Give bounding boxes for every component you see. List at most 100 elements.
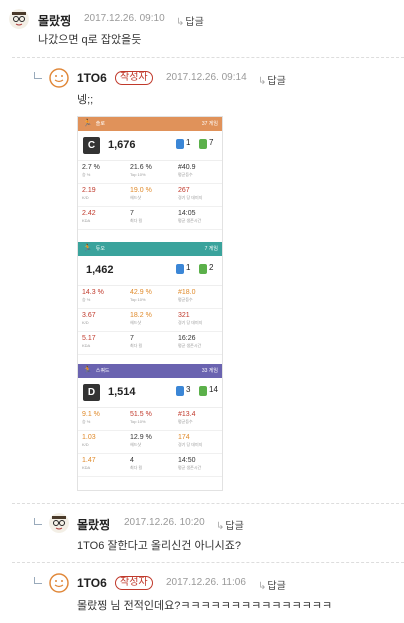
blue-medal-icon bbox=[176, 264, 184, 274]
stat-cell: 1.03 K/D bbox=[82, 434, 96, 447]
stats-mode-title: 스쿼드 bbox=[95, 368, 110, 374]
comment-nick[interactable]: 1TO6 bbox=[77, 71, 107, 85]
stat-value: 18.2 % bbox=[130, 312, 152, 319]
green-medal-count: 2 bbox=[209, 263, 214, 272]
stat-label: 승 % bbox=[82, 172, 91, 177]
rating-value: 1,462 bbox=[86, 264, 114, 276]
green-medal-icon bbox=[199, 139, 207, 149]
stats-section: 🏃 솔로 37 게임 C 1,676 1 7 2.7 % 승 % 21.6 % Top 10% #40… bbox=[78, 117, 222, 242]
stats-row: 2.19 K/D 19.0 % 헤드샷 267 경기 당 데미지 bbox=[78, 184, 222, 207]
stat-cell: 14.3 % 승 % bbox=[82, 289, 104, 303]
green-medal-count: 7 bbox=[209, 138, 214, 147]
stats-row: 5.17 KDA 7 최다 킬 16:26 평균 생존시간 bbox=[78, 332, 222, 355]
comment-date: 2017.12.26. 09:14 bbox=[166, 72, 247, 83]
reply-branch-icon bbox=[34, 72, 42, 79]
stat-value: #40.9 bbox=[178, 164, 196, 171]
stat-value: 321 bbox=[178, 312, 190, 319]
stat-label: K/D bbox=[82, 442, 89, 447]
avatar[interactable] bbox=[49, 68, 69, 88]
blue-medal-count: 1 bbox=[186, 263, 191, 272]
stat-label: 헤드샷 bbox=[130, 442, 142, 447]
avatar[interactable] bbox=[49, 573, 69, 593]
stat-label: K/D bbox=[82, 195, 89, 200]
stat-label: Top 10% bbox=[130, 419, 146, 424]
stat-label: KDA bbox=[82, 218, 91, 223]
reply-button[interactable]: ↳답글 bbox=[258, 577, 286, 592]
stat-label: 최다 킬 bbox=[130, 218, 143, 223]
stat-cell: 9.1 % 승 % bbox=[82, 411, 100, 425]
stat-value: 267 bbox=[178, 187, 190, 194]
stat-value: 4 bbox=[130, 457, 134, 464]
reply-arrow-icon: ↳ bbox=[176, 17, 185, 28]
stat-cell: #18.0 평균등수 bbox=[178, 289, 196, 303]
stat-label: 헤드샷 bbox=[130, 195, 142, 200]
stat-cell: 14:05 평균 생존시간 bbox=[178, 210, 201, 224]
stat-label: Top 10% bbox=[130, 297, 146, 302]
blue-medal-count: 3 bbox=[186, 385, 191, 394]
reply-branch-icon bbox=[34, 518, 42, 525]
stat-value: #18.0 bbox=[178, 289, 196, 296]
stats-card-image[interactable]: 🏃 솔로 37 게임 C 1,676 1 7 2.7 % 승 % 21.6 % Top 10% #40… bbox=[77, 116, 223, 491]
stat-label: 헤드샷 bbox=[130, 320, 142, 325]
stats-mode-title: 솔로 bbox=[95, 121, 105, 127]
stat-cell: 3.67 K/D bbox=[82, 312, 96, 325]
stat-value: 2.7 % bbox=[82, 164, 100, 171]
tier-badge: D bbox=[83, 384, 100, 401]
runner-icon: 🏃 bbox=[83, 367, 92, 374]
stats-row: 1.47 KDA 4 최다 킬 14:50 평균 생존시간 bbox=[78, 454, 222, 477]
stat-cell: 2.7 % 승 % bbox=[82, 164, 100, 178]
stats-mode-title: 듀오 bbox=[95, 246, 105, 252]
stat-cell: 21.6 % Top 10% bbox=[130, 164, 152, 177]
stat-label: 평균 생존시간 bbox=[178, 343, 202, 348]
reply-branch-icon bbox=[34, 577, 42, 584]
avatar[interactable] bbox=[49, 513, 69, 533]
comment-text: 나갔으면 q로 잡았을듯 bbox=[38, 34, 142, 46]
stat-value: 7 bbox=[130, 335, 134, 342]
stat-label: K/D bbox=[82, 320, 89, 325]
comment-nick[interactable]: 1TO6 bbox=[77, 576, 107, 590]
stat-value: 1.47 bbox=[82, 457, 96, 464]
stat-label: 승 % bbox=[82, 297, 91, 302]
stats-row: 3.67 K/D 18.2 % 헤드샷 321 경기 당 데미지 bbox=[78, 309, 222, 332]
stat-cell: 2.42 KDA bbox=[82, 210, 96, 223]
stat-cell: 174 경기 당 데미지 bbox=[178, 434, 202, 448]
stat-label: 평균등수 bbox=[178, 172, 193, 177]
stats-section-header: 🏃 스쿼드 33 게임 bbox=[78, 364, 222, 378]
stat-label: 최다 킬 bbox=[130, 343, 143, 348]
rank-row: 1,462 1 2 bbox=[78, 256, 222, 286]
stat-label: KDA bbox=[82, 343, 91, 348]
stat-cell: 16:26 평균 생존시간 bbox=[178, 335, 201, 349]
stat-value: 2.42 bbox=[82, 210, 96, 217]
comment-date: 2017.12.26. 09:10 bbox=[84, 13, 165, 24]
rank-row: D 1,514 3 14 bbox=[78, 378, 222, 408]
stat-label: 경기 당 데미지 bbox=[178, 320, 203, 325]
stat-label: 평균등수 bbox=[178, 419, 193, 424]
stats-game-count: 33 게임 bbox=[201, 368, 218, 374]
stat-value: 14:05 bbox=[178, 210, 196, 217]
comment-nick[interactable]: 몰랐찡 bbox=[77, 516, 110, 533]
stat-value: 3.67 bbox=[82, 312, 96, 319]
comment-text-body: 님 전적인데요?ㅋㅋㅋㅋㅋㅋㅋㅋㅋㅋㅋㅋㅋㅋㅋ bbox=[107, 600, 333, 612]
stats-section-header: 🏃 듀오 7 게임 bbox=[78, 242, 222, 256]
comment-text: 몰랐찡 님 전적인데요?ㅋㅋㅋㅋㅋㅋㅋㅋㅋㅋㅋㅋㅋㅋㅋ bbox=[77, 597, 332, 613]
reply-label: 답글 bbox=[267, 76, 286, 87]
green-medal-icon bbox=[199, 386, 207, 396]
avatar[interactable] bbox=[9, 9, 29, 29]
stats-section: 🏃 듀오 7 게임 1,462 1 2 14.3 % 승 % 42.9 % Top 10% #18.… bbox=[78, 242, 222, 364]
blue-medal-count: 1 bbox=[186, 138, 191, 147]
stat-label: 평균 생존시간 bbox=[178, 218, 202, 223]
stat-cell: 51.5 % Top 10% bbox=[130, 411, 152, 424]
reply-button[interactable]: ↳답글 bbox=[216, 517, 244, 532]
comment: 몰랐찡 2017.12.26. 09:10 ↳답글 나갔으면 q로 잡았을듯 bbox=[0, 0, 404, 50]
stat-cell: #40.9 평균등수 bbox=[178, 164, 196, 178]
author-badge: 작성자 bbox=[115, 576, 153, 590]
stat-value: #13.4 bbox=[178, 411, 196, 418]
comment-date: 2017.12.26. 10:20 bbox=[124, 517, 205, 528]
reply-button[interactable]: ↳답글 bbox=[176, 13, 204, 28]
stat-value: 14:50 bbox=[178, 457, 196, 464]
stat-value: 9.1 % bbox=[82, 411, 100, 418]
mention-link[interactable]: 몰랐찡 bbox=[77, 600, 107, 612]
comment-nick[interactable]: 몰랐찡 bbox=[38, 12, 71, 29]
stat-label: 경기 당 데미지 bbox=[178, 442, 203, 447]
reply-button[interactable]: ↳답글 bbox=[258, 72, 286, 87]
